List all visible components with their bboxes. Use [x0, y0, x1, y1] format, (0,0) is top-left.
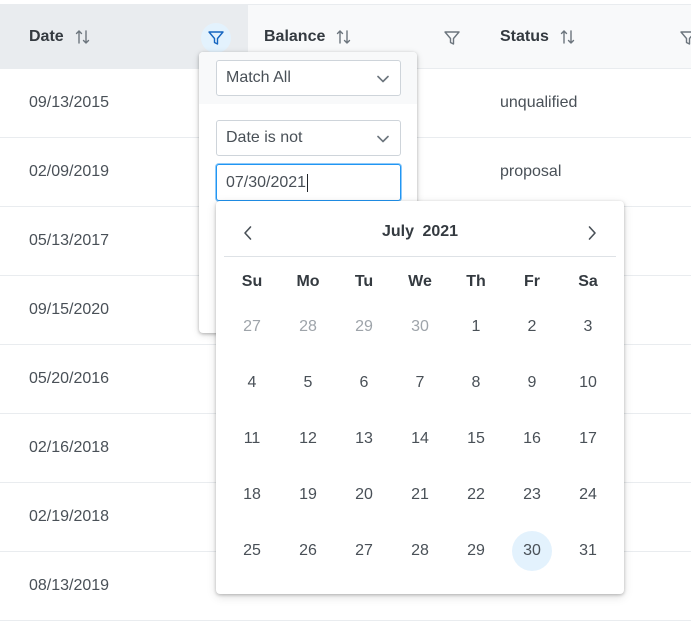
- chevron-right-icon[interactable]: [578, 219, 606, 247]
- calendar-day[interactable]: 1: [456, 307, 496, 347]
- calendar-day[interactable]: 13: [344, 419, 384, 459]
- calendar-day[interactable]: 29: [344, 307, 384, 347]
- calendar-day[interactable]: 30: [400, 307, 440, 347]
- calendar-day[interactable]: 25: [232, 531, 272, 571]
- calendar-day[interactable]: 14: [400, 419, 440, 459]
- calendar-day[interactable]: 28: [400, 531, 440, 571]
- match-mode-value: Match All: [226, 69, 291, 86]
- sort-alt-icon[interactable]: [335, 28, 353, 46]
- sort-alt-icon[interactable]: [559, 28, 577, 46]
- date-filter-input[interactable]: 07/30/2021: [216, 164, 401, 201]
- column-label-balance: Balance: [264, 27, 326, 45]
- date-cell: 05/13/2017: [29, 232, 110, 249]
- calendar-day[interactable]: 31: [568, 531, 608, 571]
- constraint-value: Date is not: [226, 129, 303, 146]
- calendar-day-selected[interactable]: 30: [512, 531, 552, 571]
- weekday-header: Mo: [296, 273, 320, 290]
- date-filter-value: 07/30/2021: [226, 173, 307, 191]
- calendar-day[interactable]: 22: [456, 475, 496, 515]
- datepicker-panel: July 2021 Su Mo Tu We Th Fr Sa 27 28 29 30 1 2 3 4 5 6 7 8…: [216, 201, 624, 594]
- filter-icon[interactable]: [673, 23, 691, 53]
- date-cell: 08/13/2019: [29, 577, 110, 594]
- calendar-day[interactable]: 15: [456, 419, 496, 459]
- date-cell: 02/19/2018: [29, 508, 110, 525]
- calendar-day[interactable]: 7: [400, 363, 440, 403]
- status-cell: proposal: [500, 163, 562, 180]
- calendar-day[interactable]: 27: [232, 307, 272, 347]
- chevron-down-icon: [376, 72, 390, 91]
- column-label-status: Status: [500, 27, 549, 45]
- calendar-day[interactable]: 17: [568, 419, 608, 459]
- sort-alt-icon[interactable]: [74, 28, 92, 46]
- date-cell: 09/13/2015: [29, 94, 110, 111]
- calendar-day[interactable]: 4: [232, 363, 272, 403]
- calendar-day[interactable]: 6: [344, 363, 384, 403]
- calendar-day[interactable]: 8: [456, 363, 496, 403]
- datatable-screen: Date Balance Status 09/13/2015 unqualifi…: [0, 0, 691, 626]
- constraint-dropdown[interactable]: Date is not: [216, 120, 401, 156]
- filter-icon[interactable]: [201, 23, 231, 53]
- calendar-day[interactable]: 29: [456, 531, 496, 571]
- weekday-header: Sa: [578, 273, 598, 290]
- weekday-header: Su: [241, 273, 263, 290]
- year-label[interactable]: 2021: [422, 223, 458, 240]
- calendar-day[interactable]: 28: [288, 307, 328, 347]
- calendar-day[interactable]: 2: [512, 307, 552, 347]
- status-cell: unqualified: [500, 94, 578, 111]
- calendar-day[interactable]: 9: [512, 363, 552, 403]
- calendar-day[interactable]: 27: [344, 531, 384, 571]
- column-label-date: Date: [29, 27, 64, 45]
- weekday-header: Tu: [354, 273, 374, 290]
- chevron-down-icon: [376, 132, 390, 151]
- column-header-status[interactable]: Status: [484, 5, 691, 68]
- calendar-day[interactable]: 21: [400, 475, 440, 515]
- month-label[interactable]: July: [382, 223, 414, 240]
- datepicker-title: July 2021: [224, 223, 616, 241]
- calendar-day[interactable]: 12: [288, 419, 328, 459]
- calendar-day[interactable]: 18: [232, 475, 272, 515]
- calendar-day[interactable]: 5: [288, 363, 328, 403]
- calendar-day[interactable]: 24: [568, 475, 608, 515]
- weekday-header: Th: [466, 273, 486, 290]
- calendar-day[interactable]: 10: [568, 363, 608, 403]
- match-mode-dropdown[interactable]: Match All: [216, 60, 401, 96]
- calendar-day[interactable]: 26: [288, 531, 328, 571]
- datepicker-header: July 2021: [224, 201, 616, 257]
- calendar-day[interactable]: 11: [232, 419, 272, 459]
- date-cell: 09/15/2020: [29, 301, 110, 318]
- calendar-day[interactable]: 16: [512, 419, 552, 459]
- filter-icon[interactable]: [437, 23, 467, 53]
- calendar-day[interactable]: 19: [288, 475, 328, 515]
- calendar-day[interactable]: 20: [344, 475, 384, 515]
- weekday-header: Fr: [524, 273, 540, 290]
- date-cell: 02/09/2019: [29, 163, 110, 180]
- date-cell: 05/20/2016: [29, 370, 110, 387]
- weekday-header: We: [408, 273, 432, 290]
- text-cursor: [307, 173, 309, 192]
- calendar-day[interactable]: 23: [512, 475, 552, 515]
- calendar-day[interactable]: 3: [568, 307, 608, 347]
- date-cell: 02/16/2018: [29, 439, 110, 456]
